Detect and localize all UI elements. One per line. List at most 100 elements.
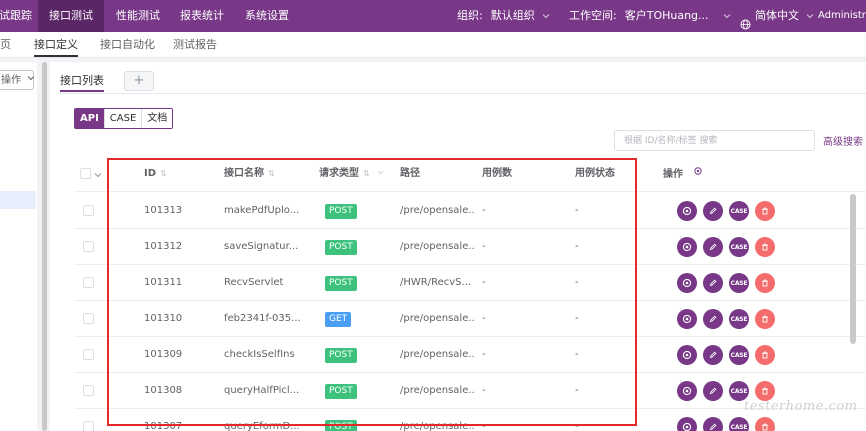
table-row[interactable]: 101308 queryHalfPicl... POST/pre/opensale.…: [74, 373, 866, 409]
view-mode-toggle: API CASE 文档: [74, 108, 174, 129]
edit-button[interactable]: [703, 201, 723, 221]
table-row[interactable]: 101312 saveSignatur... POST/pre/opensale..…: [74, 229, 866, 265]
case-button[interactable]: CASE: [729, 309, 749, 329]
column-header-method[interactable]: 请求类型 ⇅: [319, 156, 384, 192]
subnav-api-definition[interactable]: 接口定义: [34, 32, 78, 57]
select-all-checkbox[interactable]: [80, 168, 91, 179]
nav-test-track[interactable]: 试跟踪: [0, 0, 36, 32]
sidebar-selected-node[interactable]: [0, 191, 36, 209]
search-input[interactable]: [614, 130, 815, 151]
edit-icon: [708, 350, 718, 360]
column-header-id[interactable]: ID ⇅: [144, 156, 167, 192]
run-button[interactable]: [677, 273, 697, 293]
sidebar-scrollbar[interactable]: [42, 62, 47, 431]
edit-button[interactable]: [703, 309, 723, 329]
run-button[interactable]: [677, 345, 697, 365]
table-row[interactable]: 101310 feb2341f-035... GET/pre/opensale...…: [74, 301, 866, 337]
segment-api[interactable]: API: [75, 109, 105, 128]
case-button[interactable]: CASE: [729, 417, 749, 431]
advanced-search-link[interactable]: 高级搜索: [823, 133, 863, 148]
row-checkbox[interactable]: [83, 313, 94, 324]
run-button[interactable]: [677, 309, 697, 329]
cell-path: /pre/opensale...: [400, 421, 474, 431]
row-checkbox[interactable]: [83, 277, 94, 288]
delete-button[interactable]: [755, 381, 775, 401]
case-button[interactable]: CASE: [729, 201, 749, 221]
sidebar-op-button[interactable]: 操作: [0, 70, 35, 90]
subnav-api-automation[interactable]: 接口自动化: [100, 32, 155, 57]
cell-case-status: -: [575, 349, 579, 360]
edit-button[interactable]: [703, 381, 723, 401]
row-checkbox[interactable]: [83, 205, 94, 216]
workspace-value: 客户TOHuang...: [624, 9, 709, 22]
edit-button[interactable]: [703, 345, 723, 365]
row-actions: CASE: [677, 237, 775, 257]
run-button[interactable]: [677, 237, 697, 257]
row-checkbox[interactable]: [83, 421, 94, 431]
delete-button[interactable]: [755, 237, 775, 257]
row-checkbox[interactable]: [83, 385, 94, 396]
table-row[interactable]: 101307 queryEformD... POST/pre/opensale...…: [74, 409, 866, 431]
run-button[interactable]: [677, 381, 697, 401]
cell-name[interactable]: queryHalfPicl...: [224, 373, 306, 409]
cell-id: 101309: [144, 349, 183, 360]
edit-button[interactable]: [703, 237, 723, 257]
segment-case[interactable]: CASE: [104, 109, 143, 128]
language-selector[interactable]: 简体中文: [740, 0, 814, 32]
case-button[interactable]: CASE: [729, 237, 749, 257]
cell-case-count: -: [482, 349, 486, 360]
cell-path: /pre/opensale...: [400, 385, 474, 396]
row-actions: CASE: [677, 345, 775, 365]
cell-name[interactable]: checkIsSelfIns: [224, 337, 306, 373]
subnav-home[interactable]: 页: [0, 32, 11, 57]
case-button[interactable]: CASE: [729, 381, 749, 401]
filter-chevron-icon[interactable]: [377, 156, 384, 192]
cell-id: 101313: [144, 205, 183, 216]
row-checkbox[interactable]: [83, 349, 94, 360]
gear-icon[interactable]: [693, 156, 703, 192]
add-tab-button[interactable]: +: [124, 71, 154, 91]
sort-icon: ⇅: [363, 169, 370, 178]
cell-name[interactable]: feb2341f-035...: [224, 301, 306, 337]
run-button[interactable]: [677, 201, 697, 221]
delete-button[interactable]: [755, 201, 775, 221]
run-button[interactable]: [677, 417, 697, 431]
column-header-name[interactable]: 接口名称 ⇅: [224, 156, 275, 192]
nav-performance-test[interactable]: 性能测试: [116, 0, 168, 32]
cell-name[interactable]: RecvServlet: [224, 265, 306, 301]
delete-button[interactable]: [755, 309, 775, 329]
subnav-test-report[interactable]: 测试报告: [173, 32, 217, 57]
nav-report-stats[interactable]: 报表统计: [180, 0, 232, 32]
table-row[interactable]: 101313 makePdfUplo... POST/pre/opensale...…: [74, 193, 866, 229]
chevron-down-icon[interactable]: [94, 169, 102, 182]
table-row[interactable]: 101309 checkIsSelfIns POST/pre/opensale...…: [74, 337, 866, 373]
org-selector[interactable]: 组织: 默认组织: [457, 0, 550, 32]
user-menu[interactable]: Administrator: [818, 0, 866, 32]
edit-button[interactable]: [703, 273, 723, 293]
run-icon: [682, 350, 692, 360]
cell-case-status: -: [575, 385, 579, 396]
tab-api-list[interactable]: 接口列表: [60, 72, 104, 92]
table-scrollbar[interactable]: [850, 194, 856, 344]
case-button[interactable]: CASE: [729, 273, 749, 293]
case-button-label: CASE: [730, 351, 748, 359]
case-button[interactable]: CASE: [729, 345, 749, 365]
cell-name[interactable]: queryEformD...: [224, 409, 306, 431]
top-navbar: 试跟踪 接口测试 性能测试 报表统计 系统设置 组织: 默认组织 工作空间: 客…: [0, 0, 866, 32]
chevron-down-icon: [723, 12, 731, 20]
row-checkbox[interactable]: [83, 241, 94, 252]
workspace-selector[interactable]: 工作空间: 客户TOHuang...: [569, 0, 731, 32]
nav-api-test[interactable]: 接口测试: [38, 0, 104, 32]
sub-nav: 页 接口定义 接口自动化 测试报告: [0, 32, 866, 58]
delete-button[interactable]: [755, 273, 775, 293]
nav-system-settings[interactable]: 系统设置: [245, 0, 305, 32]
edit-button[interactable]: [703, 417, 723, 431]
table-row[interactable]: 101311 RecvServlet POST/HWR/RecvS... - - CASE: [74, 265, 866, 301]
cell-name[interactable]: saveSignatur...: [224, 229, 306, 265]
case-button-label: CASE: [730, 387, 748, 395]
delete-button[interactable]: [755, 417, 775, 431]
segment-doc[interactable]: 文档: [142, 109, 173, 128]
method-tag: POST: [325, 276, 357, 291]
delete-button[interactable]: [755, 345, 775, 365]
cell-name[interactable]: makePdfUplo...: [224, 193, 306, 229]
